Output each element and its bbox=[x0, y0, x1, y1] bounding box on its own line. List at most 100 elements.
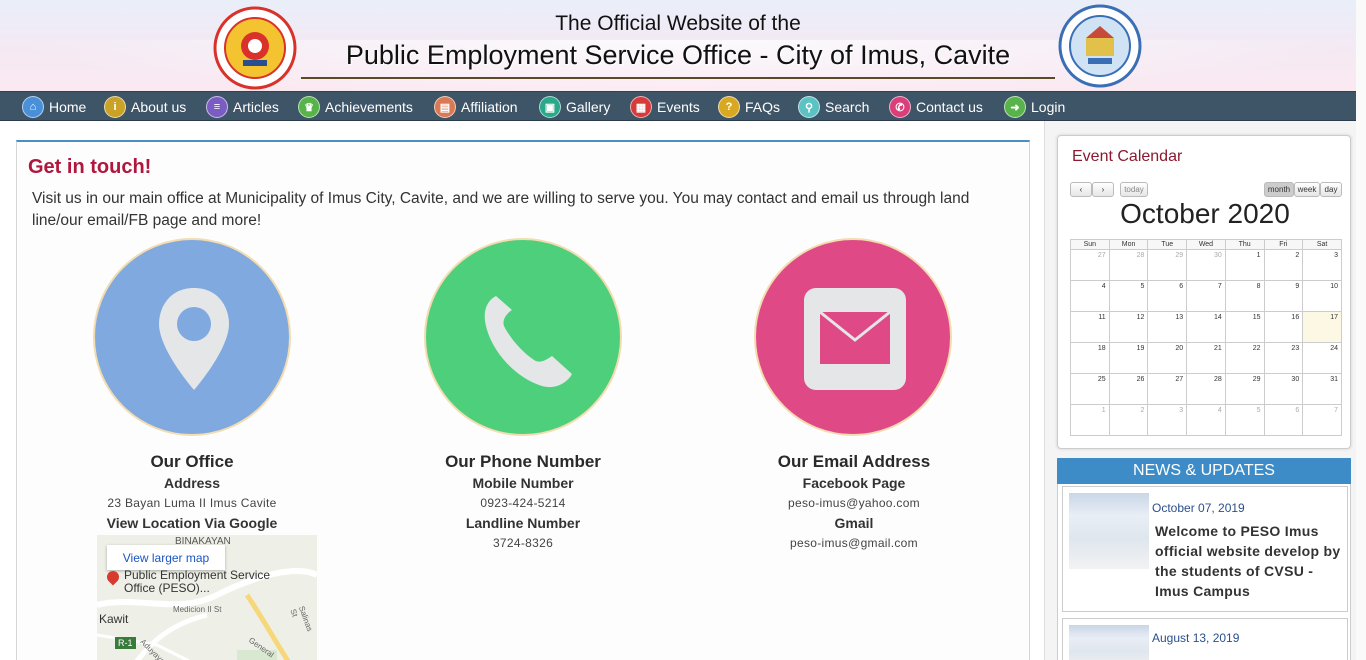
articles-icon: ≡ bbox=[206, 96, 228, 118]
question-icon: ? bbox=[718, 96, 740, 118]
calendar-day[interactable]: 30 bbox=[1263, 373, 1304, 405]
page-title: Get in touch! bbox=[28, 156, 152, 178]
calendar-day[interactable]: 2 bbox=[1263, 249, 1304, 281]
calendar-day[interactable]: 3 bbox=[1147, 404, 1188, 436]
google-map-embed[interactable]: View larger map BINAKAYAN Public Employm… bbox=[97, 535, 317, 660]
calendar-day[interactable]: 2 bbox=[1108, 404, 1149, 436]
nav-label: Contact us bbox=[916, 99, 983, 115]
gallery-icon: ▣ bbox=[539, 96, 561, 118]
calendar-day[interactable]: 11 bbox=[1070, 311, 1110, 343]
news-list: October 07, 2019 Welcome to PESO Imus of… bbox=[1057, 484, 1351, 660]
news-date: October 07, 2019 bbox=[1152, 501, 1245, 515]
day-view-button[interactable]: day bbox=[1320, 182, 1342, 197]
page-scrollbar[interactable] bbox=[1356, 0, 1366, 660]
nav-articles[interactable]: ≡ Articles bbox=[206, 95, 279, 119]
office-circle bbox=[93, 238, 291, 436]
nav-gallery[interactable]: ▣ Gallery bbox=[539, 95, 610, 119]
calendar-day[interactable]: 30 bbox=[1186, 249, 1226, 281]
nav-affiliation[interactable]: ▤ Affiliation bbox=[434, 95, 518, 119]
today-button[interactable]: today bbox=[1120, 182, 1148, 197]
mobile-value: 0923-424-5214 bbox=[480, 496, 566, 510]
calendar-day[interactable]: 18 bbox=[1070, 342, 1110, 374]
mobile-label: Mobile Number bbox=[472, 475, 574, 491]
map-street-label: Medicion II St bbox=[173, 605, 222, 614]
calendar-day[interactable]: 8 bbox=[1224, 280, 1265, 312]
month-view-button[interactable]: month bbox=[1264, 182, 1294, 197]
view-larger-map-button[interactable]: View larger map bbox=[107, 545, 225, 570]
email-circle bbox=[754, 238, 952, 436]
calendar-day[interactable]: 6 bbox=[1147, 280, 1188, 312]
news-title[interactable]: Welcome to PESO Imus official website de… bbox=[1155, 521, 1341, 601]
calendar-day[interactable]: 21 bbox=[1186, 342, 1226, 374]
calendar-day[interactable]: 1 bbox=[1070, 404, 1110, 436]
nav-login[interactable]: ➜ Login bbox=[1004, 95, 1065, 119]
week-view-button[interactable]: week bbox=[1294, 182, 1320, 197]
calendar-day[interactable]: 12 bbox=[1108, 311, 1149, 343]
nav-label: Search bbox=[825, 99, 870, 115]
calendar-day[interactable]: 26 bbox=[1108, 373, 1149, 405]
calendar-day[interactable]: 3 bbox=[1302, 249, 1342, 281]
calendar-day[interactable]: 24 bbox=[1302, 342, 1342, 374]
calendar-day[interactable]: 4 bbox=[1186, 404, 1226, 436]
calendar-day[interactable]: 14 bbox=[1186, 311, 1226, 343]
road-marker: R-1 bbox=[115, 637, 136, 649]
calendar-day[interactable]: 28 bbox=[1108, 249, 1149, 281]
calendar-month: October 2020 bbox=[1120, 198, 1290, 229]
nav-home[interactable]: ⌂ Home bbox=[22, 95, 86, 119]
news-item[interactable]: August 13, 2019 bbox=[1062, 618, 1348, 660]
calendar-day[interactable]: 19 bbox=[1108, 342, 1149, 374]
news-item[interactable]: October 07, 2019 Welcome to PESO Imus of… bbox=[1062, 486, 1348, 612]
peso-logo bbox=[213, 6, 297, 90]
calendar-day[interactable]: 29 bbox=[1224, 373, 1265, 405]
nav-faqs[interactable]: ? FAQs bbox=[718, 95, 780, 119]
nav-events[interactable]: ▦ Events bbox=[630, 95, 700, 119]
nav-about[interactable]: i About us bbox=[104, 95, 186, 119]
news-thumbnail bbox=[1069, 625, 1149, 660]
calendar-day[interactable]: 9 bbox=[1263, 280, 1304, 312]
calendar-day[interactable]: 20 bbox=[1147, 342, 1188, 374]
weekday-header: Fri bbox=[1263, 239, 1304, 250]
envelope-icon bbox=[804, 288, 906, 390]
calendar-day[interactable]: 16 bbox=[1263, 311, 1304, 343]
phone-circle bbox=[424, 238, 622, 436]
news-date: August 13, 2019 bbox=[1152, 631, 1240, 645]
nav-achievements[interactable]: ♛ Achievements bbox=[298, 95, 413, 119]
nav-search[interactable]: ⚲ Search bbox=[798, 95, 869, 119]
nav-label: Articles bbox=[233, 99, 279, 115]
address-label: Address bbox=[163, 475, 221, 491]
calendar-day[interactable]: 13 bbox=[1147, 311, 1188, 343]
calendar-day[interactable]: 27 bbox=[1070, 249, 1110, 281]
nav-contact[interactable]: ✆ Contact us bbox=[889, 95, 983, 119]
calendar-day[interactable]: 10 bbox=[1302, 280, 1342, 312]
main-navigation: ⌂ Home i About us ≡ Articles ♛ Achieveme… bbox=[0, 91, 1366, 121]
calendar-day[interactable]: 31 bbox=[1302, 373, 1342, 405]
facebook-value[interactable]: peso-imus@yahoo.com bbox=[704, 496, 1004, 510]
calendar-day[interactable]: 5 bbox=[1108, 280, 1149, 312]
google-location-label: View Location Via Google bbox=[106, 515, 278, 531]
calendar-day[interactable]: 7 bbox=[1186, 280, 1226, 312]
calendar-day[interactable]: 28 bbox=[1186, 373, 1226, 405]
nav-label: Events bbox=[657, 99, 700, 115]
calendar-day[interactable]: 4 bbox=[1070, 280, 1110, 312]
calendar-day[interactable]: 1 bbox=[1224, 249, 1265, 281]
calendar-day[interactable]: 17 bbox=[1302, 311, 1342, 343]
login-icon: ➜ bbox=[1004, 96, 1026, 118]
weekday-header: Tue bbox=[1147, 239, 1188, 250]
calendar-day[interactable]: 29 bbox=[1147, 249, 1188, 281]
weekday-header: Thu bbox=[1224, 239, 1265, 250]
nav-label: Gallery bbox=[566, 99, 611, 115]
calendar-day[interactable]: 27 bbox=[1147, 373, 1188, 405]
map-place-label: Public Employment Service Office (PESO).… bbox=[124, 568, 271, 595]
calendar-day[interactable]: 5 bbox=[1224, 404, 1265, 436]
next-month-button[interactable]: › bbox=[1092, 182, 1114, 197]
calendar-title: Event Calendar bbox=[1072, 148, 1183, 165]
calendar-day[interactable]: 7 bbox=[1302, 404, 1342, 436]
gmail-value[interactable]: peso-imus@gmail.com bbox=[704, 536, 1004, 550]
landline-value: 3724-8326 bbox=[492, 536, 554, 550]
calendar-day[interactable]: 23 bbox=[1263, 342, 1304, 374]
calendar-day[interactable]: 15 bbox=[1224, 311, 1265, 343]
calendar-day[interactable]: 22 bbox=[1224, 342, 1265, 374]
calendar-day[interactable]: 25 bbox=[1070, 373, 1110, 405]
prev-month-button[interactable]: ‹ bbox=[1070, 182, 1092, 197]
calendar-day[interactable]: 6 bbox=[1263, 404, 1304, 436]
